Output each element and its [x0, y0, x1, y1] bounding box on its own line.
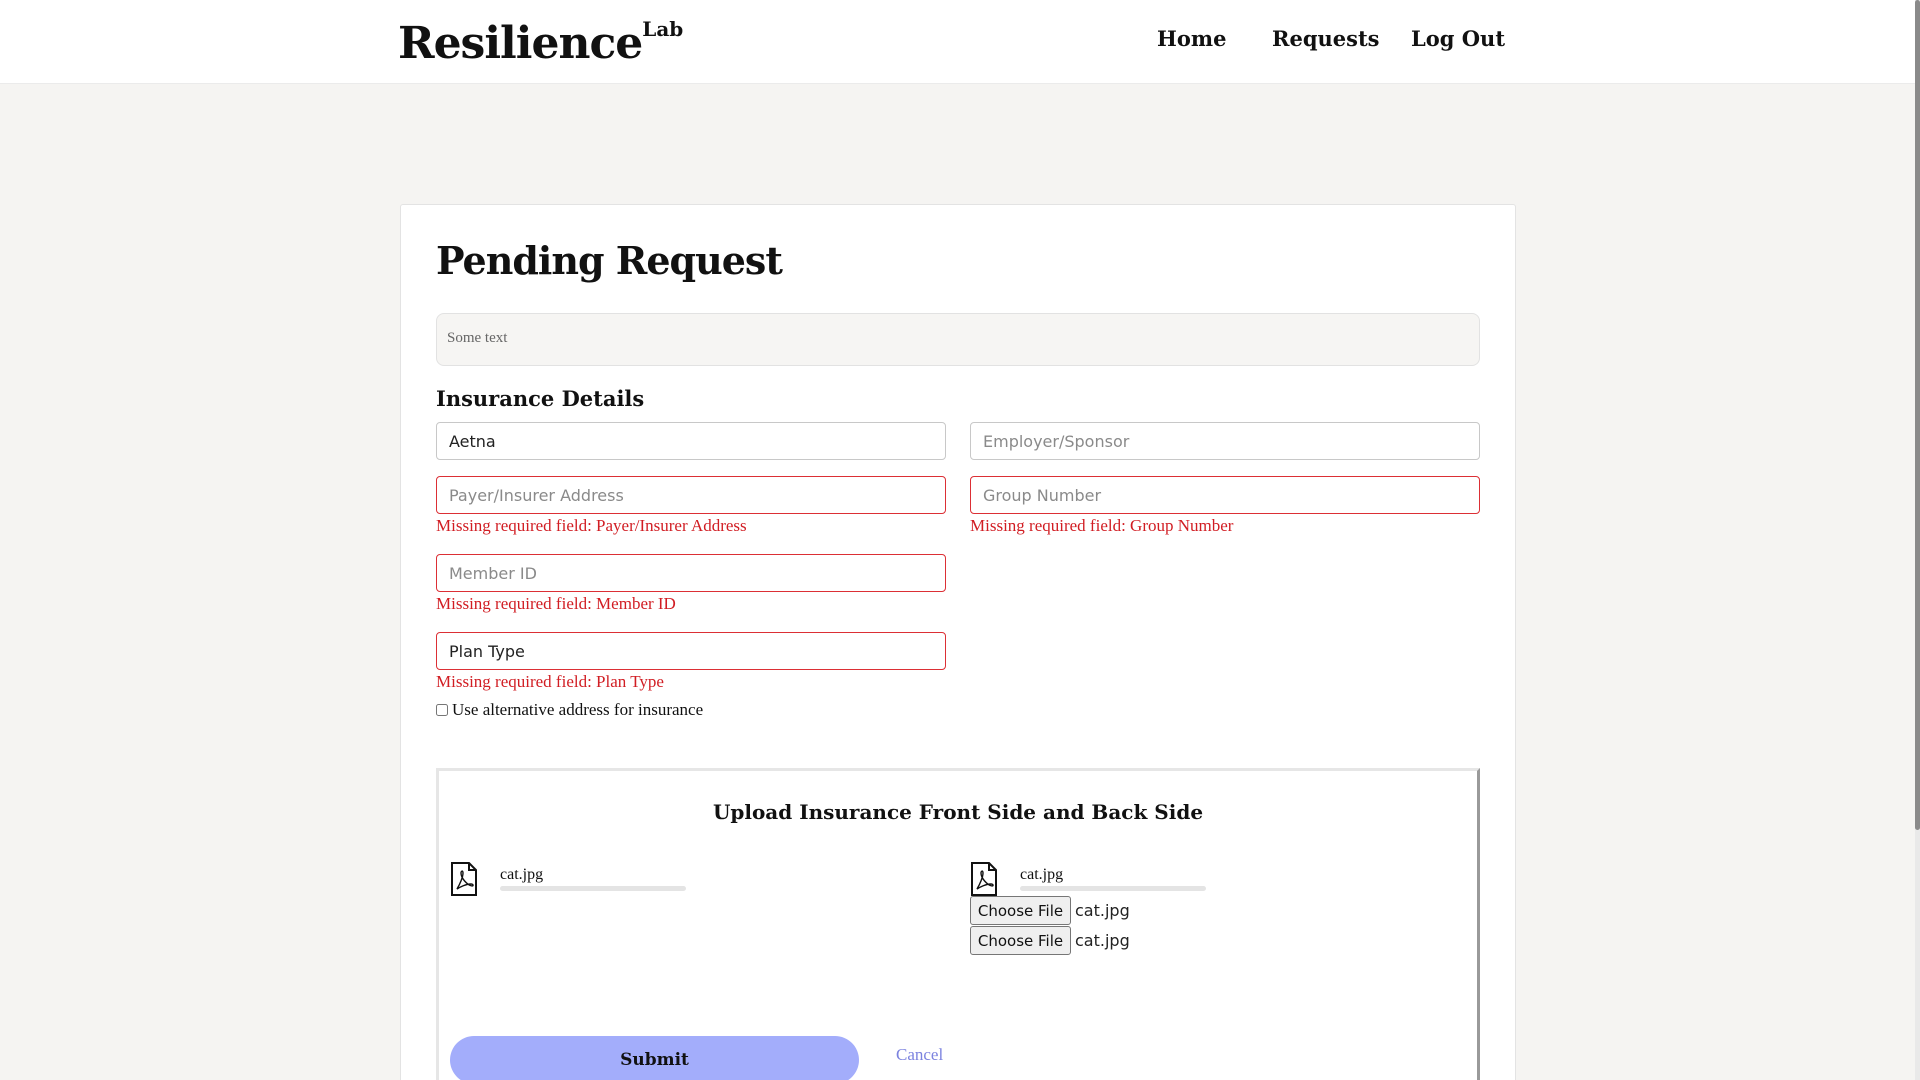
alt-address-checkbox[interactable]	[436, 704, 448, 716]
logo-sup: Lab	[642, 17, 684, 42]
chosen-file-name: cat.jpg	[1075, 931, 1130, 950]
front-file-name: cat.jpg	[500, 866, 544, 883]
back-file-name: cat.jpg	[1020, 866, 1064, 883]
plan-type-field[interactable]	[436, 632, 946, 670]
top-navbar	[0, 0, 1915, 84]
choose-file-button[interactable]: Choose File	[970, 896, 1071, 925]
payer-address-field[interactable]	[436, 476, 946, 514]
info-text-box: Some text	[436, 313, 1480, 366]
cancel-link[interactable]: Cancel	[896, 1045, 943, 1065]
back-progress-bar	[1020, 886, 1206, 891]
payer-field[interactable]	[436, 422, 946, 460]
member-id-error: Missing required field: Member ID	[436, 594, 676, 613]
nav-home-link[interactable]: Home	[1157, 26, 1226, 51]
page-title: Pending Request	[436, 238, 783, 283]
pdf-file-icon	[451, 862, 477, 896]
front-progress-bar	[500, 886, 686, 891]
plan-type-error: Missing required field: Plan Type	[436, 672, 664, 691]
choose-file-button[interactable]: Choose File	[970, 926, 1071, 955]
alt-address-label: Use alternative address for insurance	[452, 700, 704, 719]
nav-requests-link[interactable]: Requests	[1272, 26, 1379, 51]
nav-logout-link[interactable]: Log Out	[1411, 26, 1505, 51]
employer-field[interactable]	[970, 422, 1480, 460]
payer-address-error: Missing required field: Payer/Insurer Ad…	[436, 516, 747, 535]
submit-button[interactable]: Submit	[450, 1036, 859, 1080]
page-scrollbar-thumb[interactable]	[1915, 0, 1920, 830]
alt-address-row[interactable]: Use alternative address for insurance	[436, 700, 703, 720]
group-number-error: Missing required field: Group Number	[970, 516, 1234, 535]
upload-title: Upload Insurance Front Side and Back Sid…	[712, 800, 1204, 824]
brand-logo[interactable]: ResilienceLab	[398, 17, 684, 69]
front-file-input[interactable]: Choose File cat.jpg	[970, 896, 1130, 925]
member-id-field[interactable]	[436, 554, 946, 592]
group-number-field[interactable]	[970, 476, 1480, 514]
back-file-input[interactable]: Choose File cat.jpg	[970, 926, 1130, 955]
chosen-file-name: cat.jpg	[1075, 901, 1130, 920]
pdf-file-icon	[971, 862, 997, 896]
logo-text: Resilience	[398, 18, 643, 69]
section-title-insurance: Insurance Details	[436, 386, 645, 411]
